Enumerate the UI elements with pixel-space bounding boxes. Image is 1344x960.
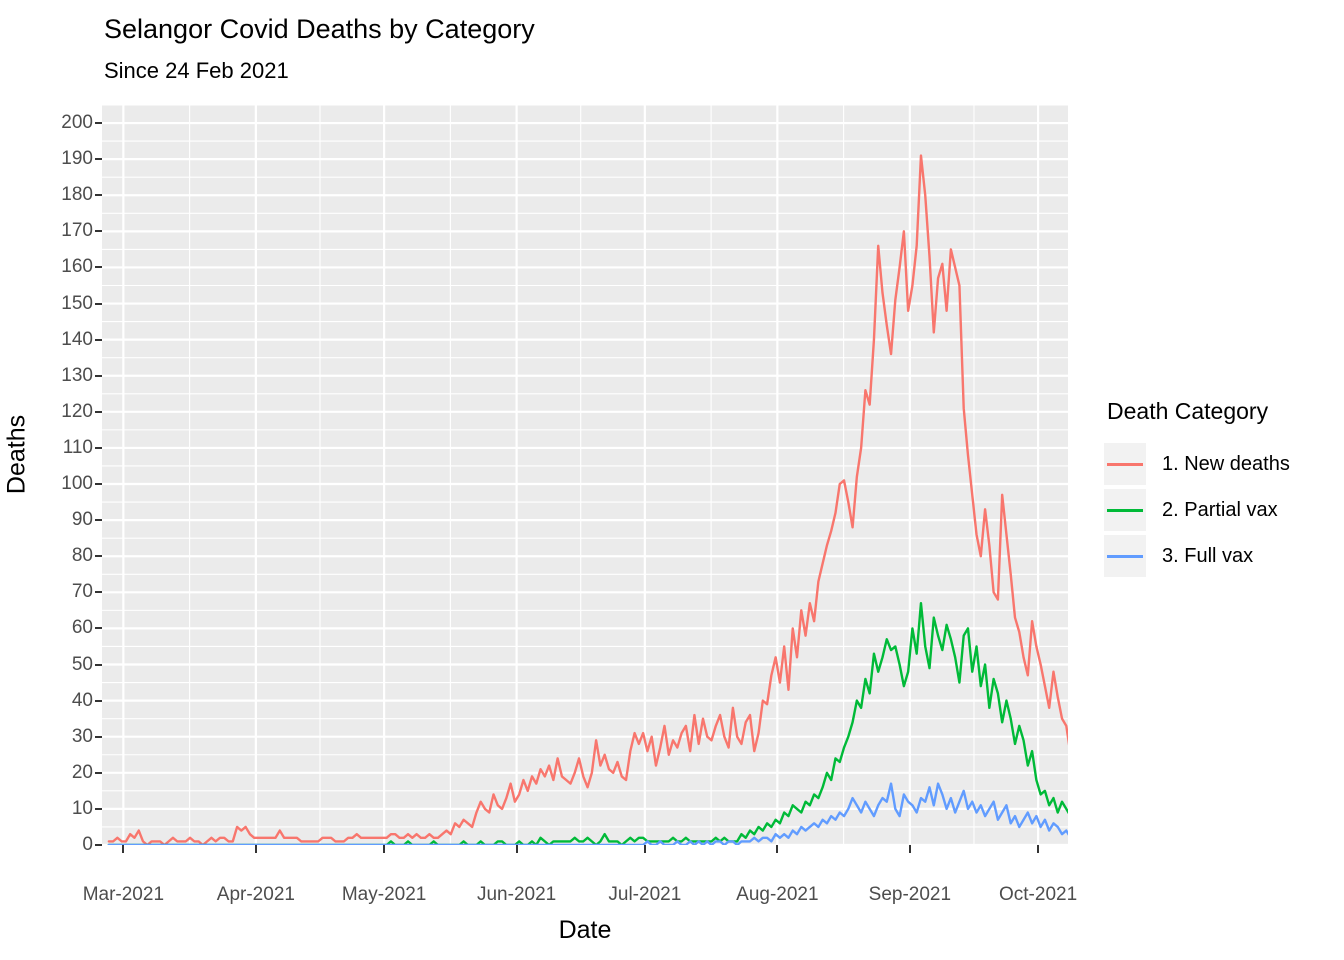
x-axis-tick-label: Sep-2021 <box>868 884 952 905</box>
legend: Death Category 1. New deaths 2. Partial v… <box>1104 398 1334 579</box>
x-axis-tick-mark <box>122 845 125 853</box>
x-axis-tick-label: Aug-2021 <box>736 884 819 905</box>
legend-item-label: 1. New deaths <box>1162 452 1290 475</box>
y-axis-tick-mark <box>95 807 102 810</box>
y-axis-tick-label: 130 <box>61 364 93 386</box>
x-axis-title: Date <box>558 916 612 944</box>
x-axis-tick-mark <box>908 845 911 853</box>
y-axis-title: Deaths <box>2 414 31 495</box>
chart-title: Selangor Covid Deaths by Category <box>104 14 535 44</box>
chart-root: Selangor Covid Deaths by Category Since … <box>0 0 1344 960</box>
y-axis-tick-label: 80 <box>71 545 93 567</box>
y-axis-tick-label: 0 <box>82 834 93 855</box>
y-axis-tick-label: 160 <box>61 256 93 278</box>
legend-item-label: 2. Partial vax <box>1162 498 1278 521</box>
y-axis-tick-label: 10 <box>71 797 93 819</box>
y-axis-tick-label: 140 <box>61 328 93 350</box>
y-axis-tick-mark <box>95 266 102 269</box>
legend-item-full_vax[interactable]: 3. Full vax <box>1104 533 1334 579</box>
legend-item-list: 1. New deaths 2. Partial vax 3. Full vax <box>1104 441 1334 579</box>
y-axis-tick-mark <box>95 302 102 305</box>
legend-line-icon <box>1107 554 1143 558</box>
y-axis-tick-mark <box>95 194 102 197</box>
y-axis-tick-label: 200 <box>61 112 93 134</box>
chart-subtitle: Since 24 Feb 2021 <box>104 58 289 83</box>
y-axis-tick-label: 170 <box>61 220 93 242</box>
plot-area <box>102 105 1068 845</box>
y-axis-tick-label: 180 <box>61 184 93 206</box>
y-axis-tick-mark <box>95 844 102 846</box>
y-axis-tick-mark <box>95 374 102 377</box>
y-axis-tick-mark <box>95 122 102 125</box>
legend-item-partial_vax[interactable]: 2. Partial vax <box>1104 487 1334 533</box>
y-axis-tick-label: 20 <box>71 761 93 783</box>
y-axis-tick-mark <box>95 627 102 630</box>
y-axis-tick-label: 70 <box>71 581 93 603</box>
y-axis-tick-mark <box>95 771 102 774</box>
legend-title: Death Category <box>1107 398 1269 424</box>
x-axis-tick-mark <box>643 845 646 853</box>
x-axis-tick-label: Apr-2021 <box>216 884 295 905</box>
x-axis-tick-label: May-2021 <box>341 884 427 905</box>
legend-item-label: 3. Full vax <box>1162 544 1254 567</box>
legend-line-icon <box>1107 508 1143 512</box>
y-axis-tick-mark <box>95 735 102 738</box>
y-axis-tick-mark <box>95 410 102 413</box>
y-axis-tick-mark <box>95 519 102 522</box>
x-axis-tick-mark <box>254 845 257 853</box>
y-axis-tick-mark <box>95 158 102 161</box>
x-axis-tick-mark <box>1037 845 1040 853</box>
plot-panel <box>102 105 1068 845</box>
y-axis-tick-mark <box>95 230 102 233</box>
x-axis-tick-mark <box>776 845 779 853</box>
legend-swatch-new_deaths <box>1104 443 1146 485</box>
y-axis-tick-mark <box>95 338 102 341</box>
x-axis-tick-label: Oct-2021 <box>999 884 1078 905</box>
x-axis-tick-mark <box>383 845 386 853</box>
x-axis-tick-label: Mar-2021 <box>82 884 165 905</box>
legend-swatch-full_vax <box>1104 535 1146 577</box>
y-axis-tick-label: 190 <box>61 148 93 170</box>
y-axis-tick-label: 50 <box>71 653 93 675</box>
y-axis-tick-mark <box>95 483 102 486</box>
legend-item-new_deaths[interactable]: 1. New deaths <box>1104 441 1334 487</box>
y-axis-tick-label: 40 <box>71 689 93 711</box>
y-axis-tick-mark <box>95 446 102 449</box>
y-axis-tick-mark <box>95 663 102 666</box>
y-axis-tick-mark <box>95 591 102 594</box>
y-axis-tick-mark <box>95 699 102 702</box>
y-axis-tick-label: 150 <box>61 292 93 314</box>
x-axis-tick-label: Jun-2021 <box>476 884 557 905</box>
legend-swatch-partial_vax <box>1104 489 1146 531</box>
legend-line-icon <box>1107 462 1143 466</box>
y-axis-tick-mark <box>95 555 102 558</box>
x-axis-tick-label: Jul-2021 <box>608 884 682 905</box>
x-axis-tick-mark <box>515 845 518 853</box>
y-axis-tick-label: 60 <box>71 617 93 639</box>
y-axis-tick-label: 30 <box>71 725 93 747</box>
